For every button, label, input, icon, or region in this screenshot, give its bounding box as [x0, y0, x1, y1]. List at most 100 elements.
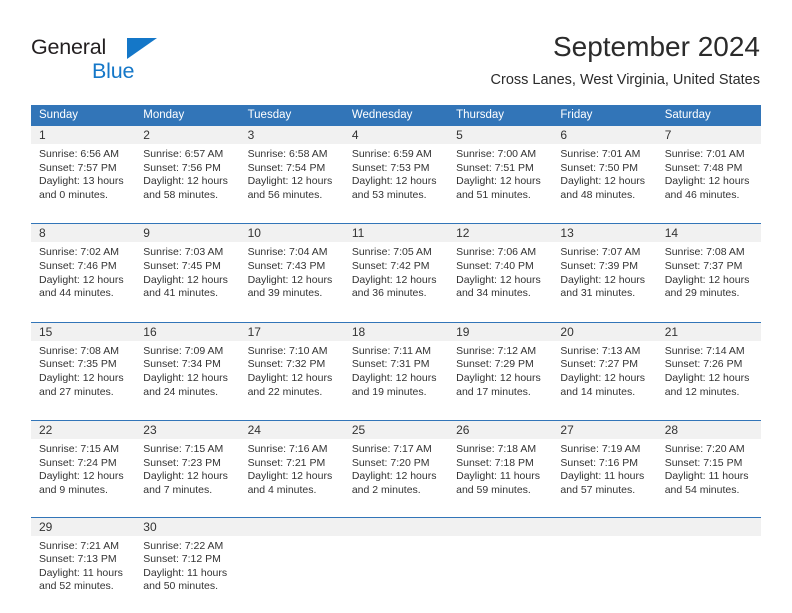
sunset-text: Sunset: 7:20 PM	[351, 456, 430, 469]
sunrise-text: Sunrise: 7:15 AM	[143, 443, 224, 456]
day-cell-empty	[448, 536, 552, 594]
day-number: 1	[39, 128, 46, 142]
day-cell[interactable]: Sunrise: 7:15 AM Sunset: 7:24 PM Dayligh…	[31, 439, 135, 497]
sunset-text: Sunset: 7:45 PM	[143, 259, 221, 272]
sunset-text: Sunset: 7:42 PM	[351, 259, 430, 272]
day-cell[interactable]: Sunrise: 7:01 AM Sunset: 7:50 PM Dayligh…	[552, 144, 656, 202]
daylight-text-line2: and 44 minutes.	[39, 287, 114, 300]
day-cell[interactable]: Sunrise: 6:58 AM Sunset: 7:54 PM Dayligh…	[240, 144, 344, 202]
weekday-header-monday: Monday	[143, 109, 185, 121]
day-info: Sunrise: 7:22 AM Sunset: 7:12 PM Dayligh…	[135, 536, 239, 594]
sunset-text: Sunset: 7:54 PM	[247, 161, 326, 174]
day-number: 30	[143, 519, 157, 534]
day-cell[interactable]: Sunrise: 7:13 AM Sunset: 7:27 PM Dayligh…	[552, 341, 656, 399]
day-cell[interactable]: Sunrise: 7:03 AM Sunset: 7:45 PM Dayligh…	[135, 242, 239, 300]
sunset-text: Sunset: 7:39 PM	[560, 259, 639, 272]
sunset-text: Sunset: 7:43 PM	[247, 259, 326, 272]
daylight-text-line2: and 24 minutes.	[143, 385, 218, 398]
weekday-header-wednesday: Wednesday	[351, 109, 413, 121]
day-number: 4	[351, 128, 359, 142]
day-number	[344, 518, 448, 536]
daylight-text-line1: Daylight: 12 hours	[456, 175, 541, 188]
sunset-text: Sunset: 7:27 PM	[560, 358, 639, 371]
day-cell[interactable]: Sunrise: 7:15 AM Sunset: 7:23 PM Dayligh…	[135, 439, 239, 497]
sunrise-text: Sunrise: 7:21 AM	[39, 539, 119, 552]
day-info: Sunrise: 7:06 AM Sunset: 7:40 PM Dayligh…	[448, 242, 552, 300]
day-cell[interactable]: Sunrise: 7:12 AM Sunset: 7:29 PM Dayligh…	[448, 341, 552, 399]
day-info: Sunrise: 7:09 AM Sunset: 7:34 PM Dayligh…	[135, 341, 239, 399]
daylight-text-line2: and 4 minutes.	[247, 483, 317, 496]
day-info: Sunrise: 7:15 AM Sunset: 7:23 PM Dayligh…	[135, 439, 239, 497]
day-cell[interactable]: Sunrise: 7:10 AM Sunset: 7:32 PM Dayligh…	[240, 341, 344, 399]
day-cell[interactable]: Sunrise: 7:21 AM Sunset: 7:13 PM Dayligh…	[31, 536, 135, 594]
day-cell[interactable]: Sunrise: 7:08 AM Sunset: 7:35 PM Dayligh…	[31, 341, 135, 399]
sunrise-text: Sunrise: 7:02 AM	[39, 246, 119, 259]
day-cell[interactable]: Sunrise: 7:06 AM Sunset: 7:40 PM Dayligh…	[448, 242, 552, 300]
daylight-text-line2: and 12 minutes.	[664, 385, 740, 398]
daylight-text-line1: Daylight: 11 hours	[664, 470, 749, 483]
daylight-text-line2: and 31 minutes.	[560, 287, 636, 300]
day-cell[interactable]: Sunrise: 7:04 AM Sunset: 7:43 PM Dayligh…	[240, 242, 344, 300]
day-cell[interactable]: Sunrise: 6:57 AM Sunset: 7:56 PM Dayligh…	[135, 144, 239, 202]
day-number-strip: 15 16 17 18 19 20 21	[31, 322, 761, 341]
day-cell[interactable]: Sunrise: 7:00 AM Sunset: 7:51 PM Dayligh…	[448, 144, 552, 202]
sunset-text: Sunset: 7:57 PM	[39, 161, 117, 174]
day-cell[interactable]: Sunrise: 7:02 AM Sunset: 7:46 PM Dayligh…	[31, 242, 135, 300]
daylight-text-line2: and 34 minutes.	[456, 287, 531, 300]
day-cell[interactable]: Sunrise: 7:07 AM Sunset: 7:39 PM Dayligh…	[552, 242, 656, 300]
day-info: Sunrise: 7:10 AM Sunset: 7:32 PM Dayligh…	[240, 341, 344, 399]
daylight-text-line2: and 46 minutes.	[664, 188, 740, 201]
sunset-text: Sunset: 7:51 PM	[456, 161, 534, 174]
daylight-text-line2: and 54 minutes.	[664, 483, 740, 496]
day-info: Sunrise: 7:15 AM Sunset: 7:24 PM Dayligh…	[31, 439, 135, 497]
sunrise-text: Sunrise: 7:19 AM	[560, 443, 641, 456]
daylight-text-line1: Daylight: 12 hours	[351, 273, 437, 286]
sunrise-text: Sunrise: 7:08 AM	[664, 246, 745, 259]
sunset-text: Sunset: 7:56 PM	[143, 161, 221, 174]
day-cell[interactable]: Sunrise: 7:01 AM Sunset: 7:48 PM Dayligh…	[657, 144, 761, 202]
day-number: 6	[560, 128, 568, 142]
sunset-text: Sunset: 7:31 PM	[351, 358, 430, 371]
day-number: 17	[247, 324, 261, 339]
day-cell[interactable]: Sunrise: 7:18 AM Sunset: 7:18 PM Dayligh…	[448, 439, 552, 497]
day-cell-empty	[240, 536, 344, 594]
day-number	[657, 518, 761, 536]
sunrise-text: Sunrise: 7:03 AM	[143, 246, 224, 259]
day-number: 18	[351, 324, 366, 339]
week-spacer	[31, 202, 761, 223]
day-cell[interactable]: Sunrise: 7:09 AM Sunset: 7:34 PM Dayligh…	[135, 341, 239, 399]
day-cell[interactable]: Sunrise: 7:14 AM Sunset: 7:26 PM Dayligh…	[657, 341, 761, 399]
day-cell[interactable]: Sunrise: 7:19 AM Sunset: 7:16 PM Dayligh…	[552, 439, 656, 497]
day-number: 7	[664, 128, 672, 142]
day-info: Sunrise: 7:00 AM Sunset: 7:51 PM Dayligh…	[448, 144, 552, 202]
day-cell[interactable]: Sunrise: 6:59 AM Sunset: 7:53 PM Dayligh…	[344, 144, 448, 202]
daylight-text-line2: and 52 minutes.	[39, 580, 114, 593]
daylight-text-line1: Daylight: 12 hours	[560, 371, 646, 384]
week-spacer	[31, 301, 761, 322]
day-number: 13	[560, 226, 574, 241]
daylight-text-line2: and 0 minutes.	[39, 188, 108, 201]
brand-logo[interactable]: General Blue	[31, 36, 251, 88]
day-cell[interactable]: Sunrise: 7:22 AM Sunset: 7:12 PM Dayligh…	[135, 536, 239, 594]
sunset-text: Sunset: 7:18 PM	[456, 456, 534, 469]
day-number: 10	[247, 226, 261, 241]
daylight-text-line2: and 7 minutes.	[143, 483, 213, 496]
day-cell[interactable]: Sunrise: 7:08 AM Sunset: 7:37 PM Dayligh…	[657, 242, 761, 300]
sunset-text: Sunset: 7:23 PM	[143, 456, 221, 469]
day-number: 26	[456, 423, 470, 438]
day-cell[interactable]: Sunrise: 7:20 AM Sunset: 7:15 PM Dayligh…	[657, 439, 761, 497]
day-info: Sunrise: 7:03 AM Sunset: 7:45 PM Dayligh…	[135, 242, 239, 300]
day-cell[interactable]: Sunrise: 6:56 AM Sunset: 7:57 PM Dayligh…	[31, 144, 135, 202]
sunrise-text: Sunrise: 7:14 AM	[664, 344, 745, 357]
day-number: 9	[143, 226, 150, 241]
sunset-text: Sunset: 7:21 PM	[247, 456, 326, 469]
sunrise-text: Sunrise: 7:09 AM	[143, 344, 224, 357]
sunset-text: Sunset: 7:37 PM	[664, 259, 743, 272]
sunset-text: Sunset: 7:24 PM	[39, 456, 117, 469]
day-cell[interactable]: Sunrise: 7:11 AM Sunset: 7:31 PM Dayligh…	[344, 341, 448, 399]
day-number: 22	[39, 423, 53, 438]
day-cell[interactable]: Sunrise: 7:05 AM Sunset: 7:42 PM Dayligh…	[344, 242, 448, 300]
calendar-week-row: 1 2 3 4 5 6 7 Sunrise: 6:56 AM Sunset: 7…	[31, 126, 761, 223]
day-cell[interactable]: Sunrise: 7:17 AM Sunset: 7:20 PM Dayligh…	[344, 439, 448, 497]
day-cell[interactable]: Sunrise: 7:16 AM Sunset: 7:21 PM Dayligh…	[240, 439, 344, 497]
